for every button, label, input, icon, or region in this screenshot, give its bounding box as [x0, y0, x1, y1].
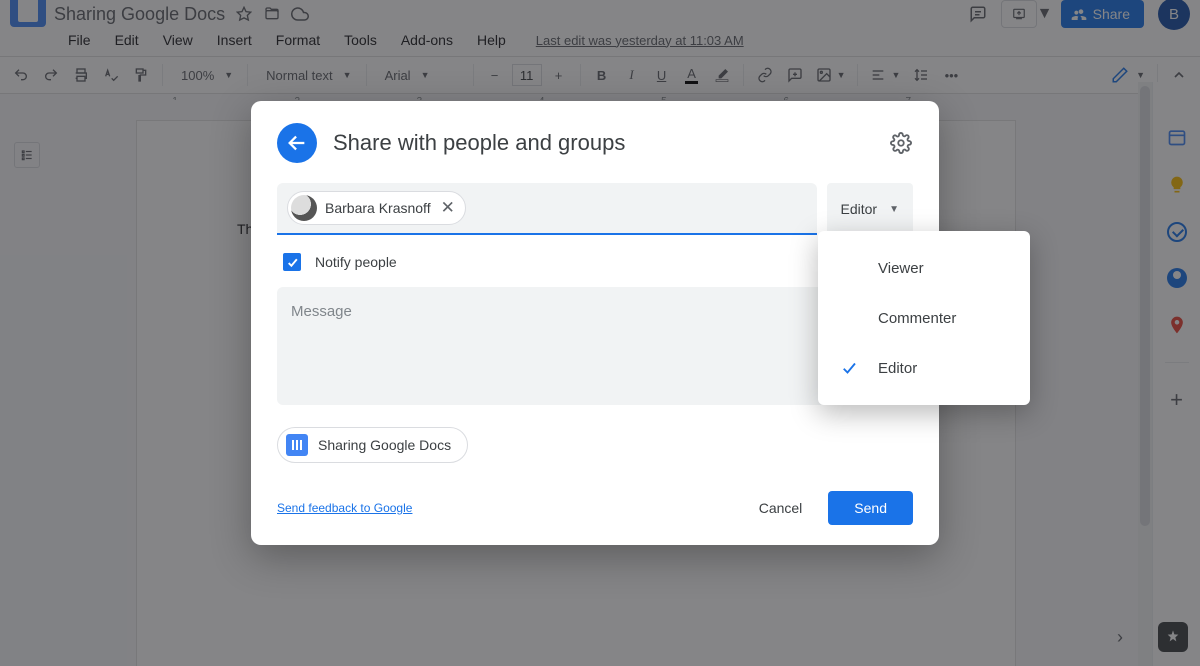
- notify-label: Notify people: [315, 254, 397, 270]
- person-chip-name: Barbara Krasnoff: [325, 200, 431, 216]
- attachment-name: Sharing Google Docs: [318, 437, 451, 453]
- role-dropdown-button[interactable]: Editor ▼: [827, 183, 913, 235]
- cancel-button[interactable]: Cancel: [741, 492, 821, 524]
- back-button[interactable]: [277, 123, 317, 163]
- role-option-label: Editor: [878, 360, 917, 377]
- people-input[interactable]: Barbara Krasnoff ✕: [277, 183, 817, 235]
- role-option-commenter[interactable]: Commenter: [818, 293, 1030, 343]
- send-feedback-link[interactable]: Send feedback to Google: [277, 501, 412, 515]
- dialog-title: Share with people and groups: [333, 130, 873, 156]
- docs-file-icon: [286, 434, 308, 456]
- role-dropdown-menu: Viewer Commenter Editor: [818, 231, 1030, 405]
- share-settings-button[interactable]: [889, 131, 913, 155]
- role-option-editor[interactable]: Editor: [818, 343, 1030, 393]
- person-chip[interactable]: Barbara Krasnoff ✕: [287, 191, 466, 225]
- send-button[interactable]: Send: [828, 491, 913, 525]
- remove-chip-button[interactable]: ✕: [439, 198, 457, 218]
- role-option-label: Commenter: [878, 310, 956, 327]
- person-avatar-icon: [291, 195, 317, 221]
- check-icon: [840, 359, 860, 377]
- role-option-label: Viewer: [878, 260, 924, 277]
- role-option-viewer[interactable]: Viewer: [818, 243, 1030, 293]
- notify-checkbox[interactable]: [283, 253, 301, 271]
- message-placeholder: Message: [291, 303, 352, 320]
- role-selected-label: Editor: [841, 201, 878, 217]
- google-docs-app: Sharing Google Docs ▼: [0, 0, 1200, 666]
- caret-down-icon: ▼: [889, 204, 899, 215]
- attachment-chip[interactable]: Sharing Google Docs: [277, 427, 468, 463]
